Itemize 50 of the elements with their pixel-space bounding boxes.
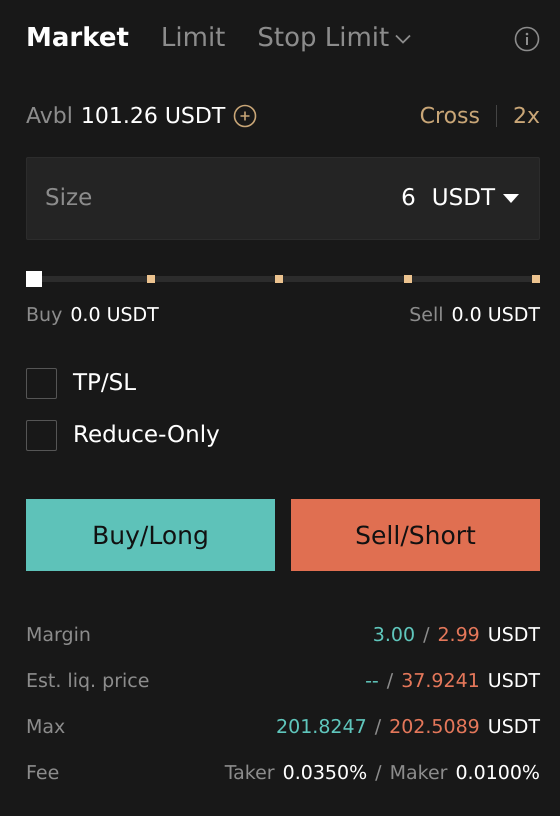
summary-value: 201.8247: [276, 715, 367, 740]
slider-tick-icon: [146, 274, 154, 283]
summary-label: Max: [26, 715, 66, 740]
option-label: TP/SL: [73, 369, 136, 398]
size-label: Size: [45, 184, 92, 214]
separator-text: /: [375, 761, 382, 786]
reading-label: Sell: [409, 302, 444, 328]
summary-value: 37.9241: [401, 669, 480, 694]
order-type-tab[interactable]: Market: [26, 22, 129, 56]
separator-text: /: [423, 623, 430, 648]
caret-down-icon: [503, 194, 519, 203]
order-type-tab[interactable]: Limit: [160, 22, 226, 56]
reading-value: 0.0 USDT: [70, 302, 159, 328]
info-icon[interactable]: [514, 26, 540, 52]
summary-label: Margin: [26, 623, 91, 648]
option-label: Reduce-Only: [73, 421, 220, 450]
slider-tick-icon: [275, 274, 283, 283]
leverage-link[interactable]: 2x: [512, 100, 540, 133]
checkbox[interactable]: [26, 368, 57, 399]
margin-mode-link[interactable]: Cross: [420, 100, 480, 133]
unit-dropdown[interactable]: USDT: [432, 181, 519, 216]
size-value: 6: [401, 184, 416, 214]
add-icon[interactable]: [233, 104, 258, 128]
summary-label: Fee: [26, 761, 60, 786]
summary-value: 0.0100%: [455, 761, 540, 786]
summary-value: USDT: [488, 669, 540, 694]
summary-value: 3.00: [372, 623, 416, 648]
fee-type-label: Taker: [224, 761, 275, 786]
summary-value: USDT: [488, 715, 540, 740]
summary-value: 202.5089: [389, 715, 480, 740]
reading-value: 0.0 USDT: [452, 302, 540, 328]
separator-text: /: [386, 669, 394, 694]
sell-short-button[interactable]: Sell/Short: [291, 499, 540, 572]
available-balance: 101.26 USDT: [80, 102, 226, 131]
reading-label: Buy: [26, 302, 62, 328]
order-type-tab[interactable]: Stop Limit: [257, 22, 412, 56]
slider-tick-icon: [532, 274, 540, 283]
buy-long-button[interactable]: Buy/Long: [26, 499, 275, 572]
checkbox[interactable]: [26, 420, 57, 451]
summary-value: --: [365, 669, 379, 694]
slider-thumb[interactable]: [26, 270, 42, 287]
slider-tick-icon: [404, 274, 412, 283]
summary-value: USDT: [488, 623, 540, 648]
summary-label: Est. liq. price: [26, 669, 150, 694]
summary-value: 0.0350%: [282, 761, 368, 786]
fee-type-label: Maker: [390, 761, 448, 786]
available-label: Avbl: [26, 102, 73, 131]
separator-text: /: [374, 715, 382, 740]
summary-value: 2.99: [437, 623, 480, 648]
size-field[interactable]: Size 6 USDT: [26, 156, 540, 240]
